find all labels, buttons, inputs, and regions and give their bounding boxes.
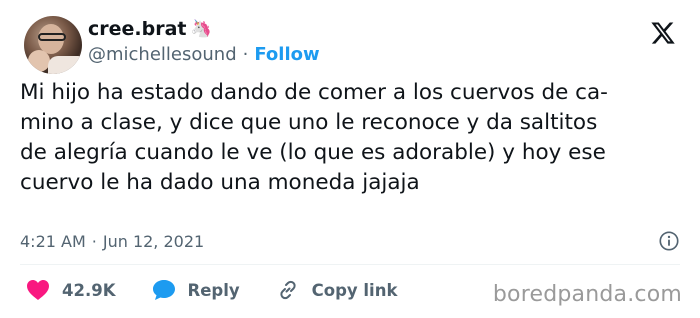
- tweet-time[interactable]: 4:21 AM: [20, 232, 86, 251]
- action-bar: 42.9K Reply Copy link: [26, 276, 433, 304]
- tweet-text: Mi hijo ha estado dando de comer a los c…: [20, 78, 680, 198]
- avatar[interactable]: [24, 16, 82, 74]
- copy-link-label: Copy link: [311, 280, 398, 300]
- like-count: 42.9K: [62, 280, 116, 300]
- tweet-line: mino a clase, y dice que uno le reconoce…: [20, 110, 598, 135]
- handle-separator: ·: [242, 44, 249, 65]
- tweet-header: cree.brat 🦄 @michellesound · Follow: [20, 14, 680, 74]
- display-name-text[interactable]: cree.brat: [88, 18, 187, 40]
- link-icon: [280, 280, 296, 300]
- speech-bubble-icon: [152, 280, 175, 300]
- display-name[interactable]: cree.brat 🦄: [88, 18, 320, 40]
- like-button[interactable]: 42.9K: [26, 279, 116, 301]
- follow-button[interactable]: Follow: [254, 44, 319, 65]
- divider: [20, 264, 680, 265]
- handle-row: @michellesound · Follow: [88, 44, 320, 65]
- user-handle[interactable]: @michellesound: [88, 44, 237, 65]
- tweet-line: de alegría cuando le ve (lo que es adora…: [20, 140, 606, 165]
- tweet-date[interactable]: Jun 12, 2021: [103, 232, 204, 251]
- reply-label: Reply: [187, 280, 240, 300]
- unicorn-icon: 🦄: [190, 18, 212, 39]
- reply-button[interactable]: Reply: [152, 279, 240, 301]
- tweet-line: cuervo le ha dado una moneda jajaja: [20, 170, 420, 195]
- watermark: boredpanda.com: [492, 282, 682, 307]
- x-logo-icon[interactable]: [650, 20, 676, 46]
- tweet-meta: 4:21 AM · Jun 12, 2021: [20, 228, 680, 254]
- heart-icon: [27, 280, 49, 300]
- info-icon[interactable]: [658, 230, 680, 252]
- tweet-line: Mi hijo ha estado dando de comer a los c…: [20, 80, 608, 105]
- copy-link-button[interactable]: Copy link: [276, 278, 398, 302]
- meta-separator: ·: [91, 231, 97, 251]
- user-names: cree.brat 🦄 @michellesound · Follow: [88, 18, 320, 65]
